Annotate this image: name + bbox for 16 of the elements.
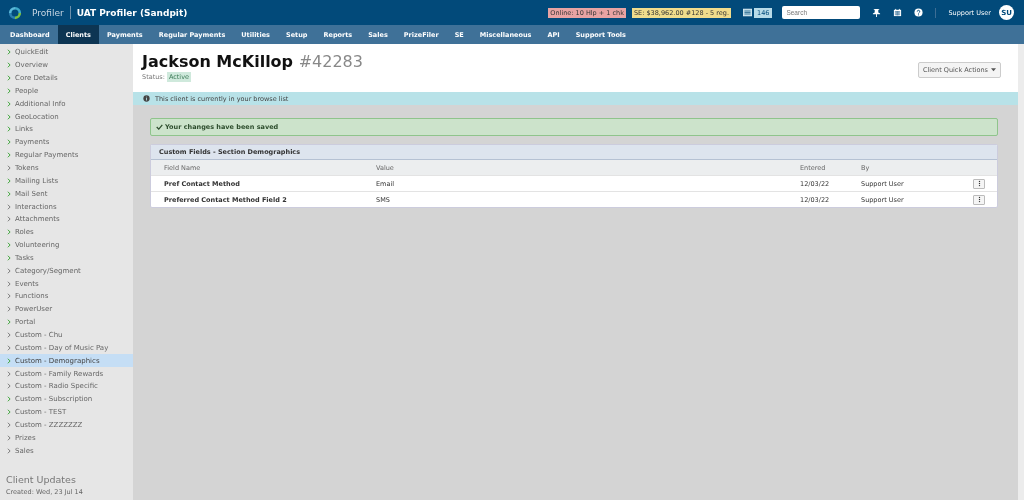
more-icon [977, 180, 981, 187]
section-title: Client Updates [6, 474, 77, 485]
more-button[interactable] [973, 194, 985, 205]
pin-icon[interactable] [872, 8, 882, 17]
client-name: Jackson McKillop #42283 [142, 52, 363, 71]
more-button[interactable] [973, 178, 985, 189]
caret-icon [991, 68, 996, 72]
swirl-logo-icon [8, 5, 22, 20]
site-name: UAT Profiler (Sandpit) [76, 7, 188, 18]
info-icon [143, 95, 150, 102]
brand-name[interactable]: Profiler [32, 7, 64, 18]
calendar-icon[interactable] [893, 8, 903, 17]
more-icon [977, 196, 981, 203]
list-icon[interactable] [743, 8, 752, 17]
help-icon[interactable] [914, 8, 924, 17]
check-icon [156, 124, 163, 130]
